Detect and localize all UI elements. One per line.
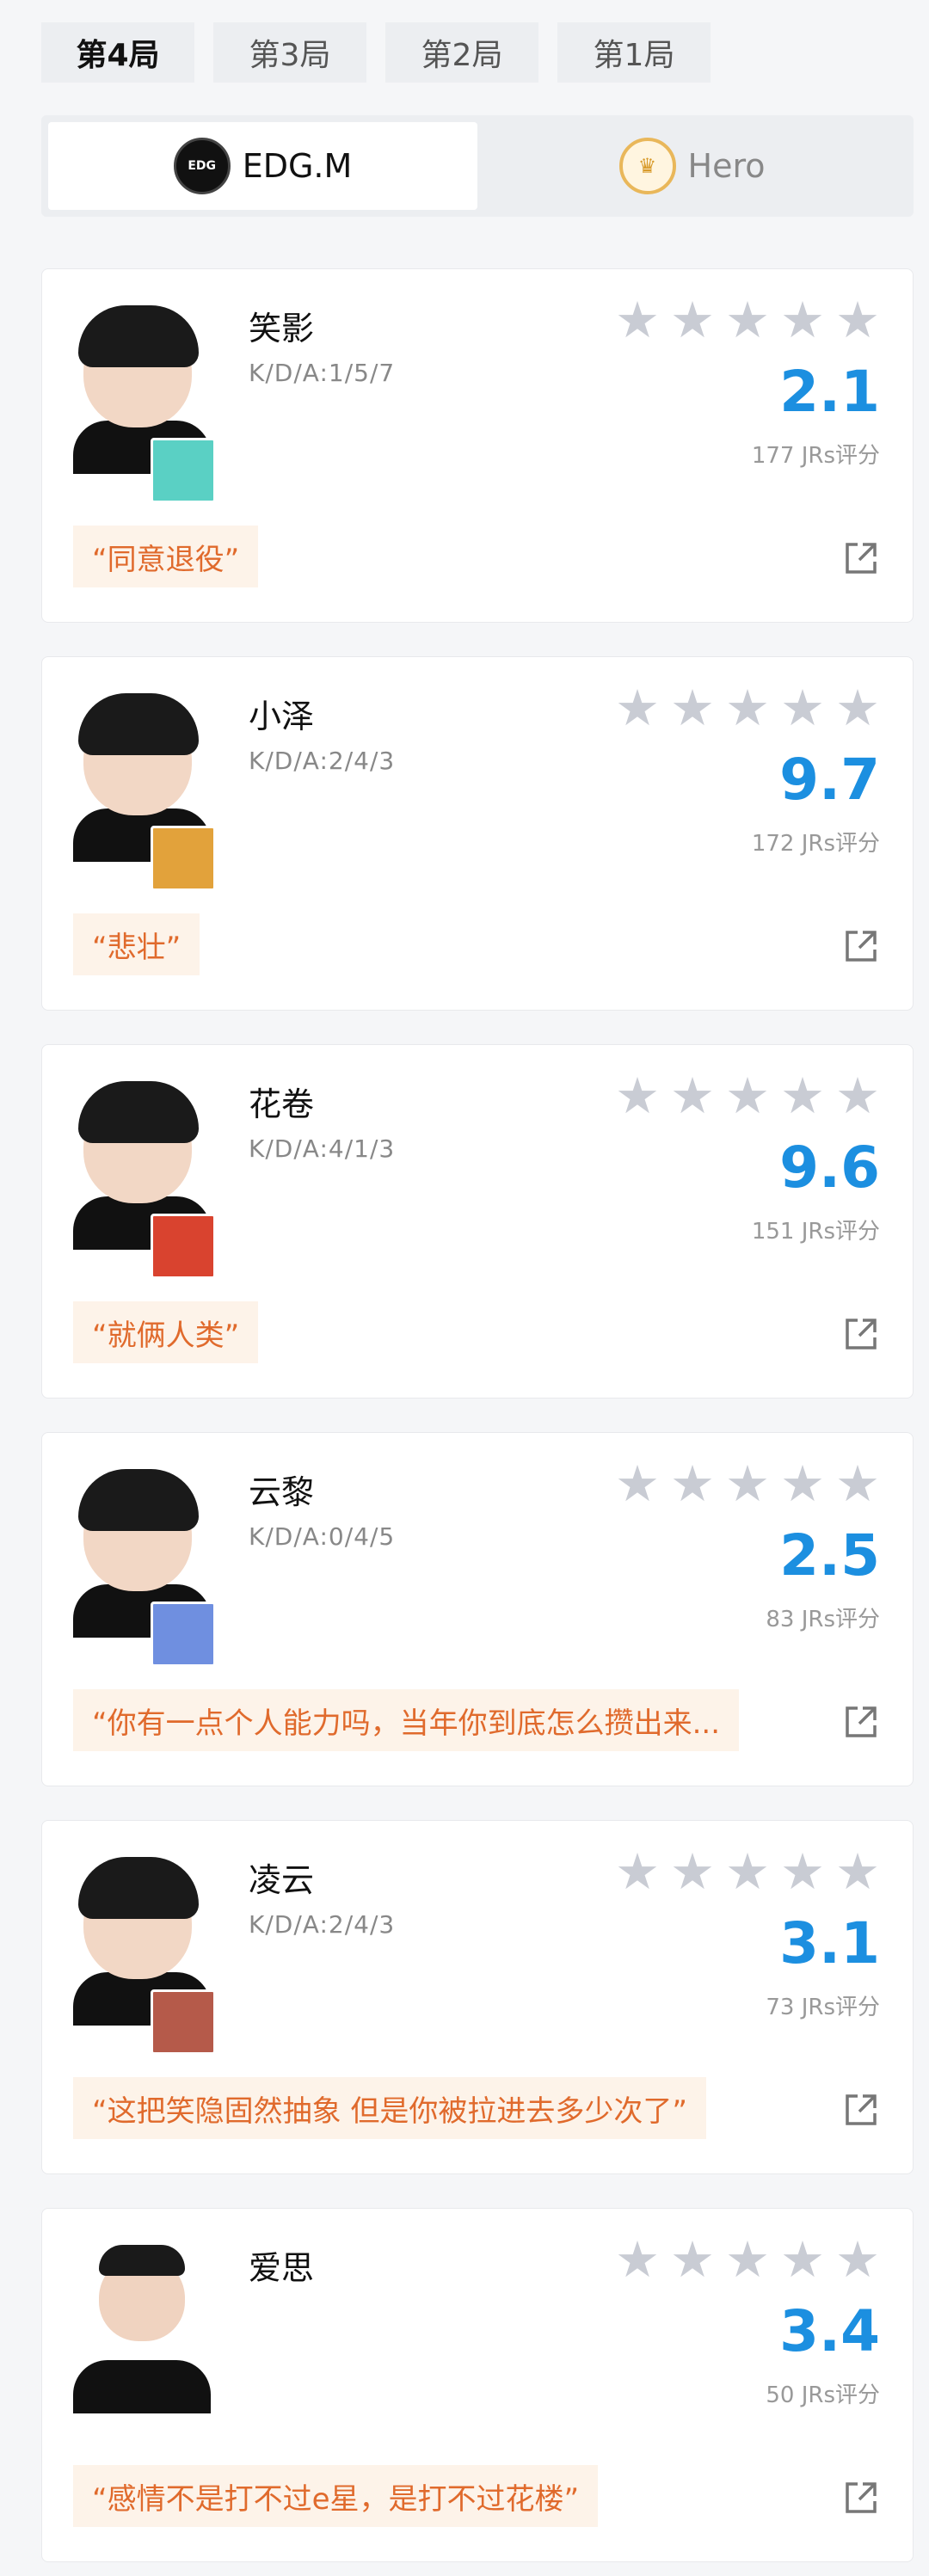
top-comment[interactable]: “就俩人类”	[73, 1301, 259, 1363]
star-rating[interactable]: ★ ★ ★ ★ ★	[615, 683, 880, 733]
player-name: 云黎	[249, 1473, 315, 1511]
star-icon[interactable]: ★	[615, 1847, 660, 1897]
share-icon[interactable]	[842, 539, 880, 577]
player-kda: K/D/A:4/1/3	[249, 1134, 396, 1163]
star-icon[interactable]: ★	[615, 1071, 660, 1121]
star-icon[interactable]: ★	[670, 1459, 715, 1509]
star-rating[interactable]: ★ ★ ★ ★ ★	[615, 295, 880, 345]
team-tab-hero[interactable]: ♛ Hero	[477, 122, 907, 210]
top-comment[interactable]: “你有一点个人能力吗，当年你到底怎么攒出来...	[73, 1689, 740, 1751]
star-icon[interactable]: ★	[835, 1847, 880, 1897]
share-icon[interactable]	[842, 927, 880, 965]
player-name: 小泽	[249, 698, 315, 735]
star-icon[interactable]: ★	[835, 295, 880, 345]
rating-count: 177 JRs评分	[751, 443, 880, 469]
team-switch: EDG EDG.M ♛ Hero	[41, 115, 914, 217]
star-icon[interactable]: ★	[615, 2235, 660, 2284]
player-avatar	[73, 2240, 216, 2413]
star-icon[interactable]: ★	[670, 1071, 715, 1121]
player-card[interactable]: 云黎 K/D/A:0/4/5 ★ ★ ★ ★ ★ 2.5 83 JRs评分 “你…	[41, 1432, 914, 1786]
star-icon[interactable]: ★	[725, 295, 770, 345]
star-icon[interactable]: ★	[725, 1071, 770, 1121]
player-rating: 3.4	[779, 2298, 880, 2364]
player-card[interactable]: 笑影 K/D/A:1/5/7 ★ ★ ★ ★ ★ 2.1 177 JRs评分 “…	[41, 268, 914, 623]
hero-icon	[151, 1989, 216, 2055]
player-card[interactable]: 小泽 K/D/A:2/4/3 ★ ★ ★ ★ ★ 9.7 172 JRs评分 “…	[41, 656, 914, 1011]
top-comment[interactable]: “同意退役”	[73, 526, 259, 587]
player-rating: 3.1	[779, 1910, 880, 1977]
player-name: 凌云	[249, 1861, 315, 1899]
hero-icon	[151, 1214, 216, 1279]
star-icon[interactable]: ★	[835, 683, 880, 733]
tab-game-4[interactable]: 第4局	[41, 22, 194, 83]
hero-icon	[151, 826, 216, 891]
star-icon[interactable]: ★	[670, 1847, 715, 1897]
player-card[interactable]: 凌云 K/D/A:2/4/3 ★ ★ ★ ★ ★ 3.1 73 JRs评分 “这…	[41, 1820, 914, 2174]
star-rating[interactable]: ★ ★ ★ ★ ★	[615, 1459, 880, 1509]
star-icon[interactable]: ★	[670, 2235, 715, 2284]
player-rating: 2.5	[779, 1522, 880, 1589]
star-icon[interactable]: ★	[780, 2235, 825, 2284]
share-icon[interactable]	[842, 2479, 880, 2517]
player-name: 花卷	[249, 1085, 315, 1123]
edgm-logo-icon: EDG	[173, 138, 231, 194]
player-kda: K/D/A:1/5/7	[249, 359, 396, 387]
star-icon[interactable]: ★	[725, 1847, 770, 1897]
team-name: EDG.M	[242, 147, 353, 185]
player-kda: K/D/A:0/4/5	[249, 1522, 396, 1551]
hero-icon	[151, 1602, 216, 1667]
share-icon[interactable]	[842, 2091, 880, 2129]
rating-count: 73 JRs评分	[766, 1995, 880, 2020]
tab-game-2[interactable]: 第2局	[385, 22, 538, 83]
tab-game-1[interactable]: 第1局	[557, 22, 711, 83]
rating-count: 50 JRs评分	[766, 2382, 880, 2408]
game-tabs: 第4局 第3局 第2局 第1局	[41, 22, 711, 83]
star-icon[interactable]: ★	[780, 295, 825, 345]
star-rating[interactable]: ★ ★ ★ ★ ★	[615, 1847, 880, 1897]
player-kda: K/D/A:2/4/3	[249, 1910, 396, 1939]
player-name: 笑影	[249, 310, 315, 347]
star-icon[interactable]: ★	[725, 1459, 770, 1509]
star-icon[interactable]: ★	[725, 2235, 770, 2284]
rating-count: 172 JRs评分	[751, 831, 880, 857]
star-icon[interactable]: ★	[835, 2235, 880, 2284]
star-icon[interactable]: ★	[780, 1847, 825, 1897]
share-icon[interactable]	[842, 1703, 880, 1741]
player-card[interactable]: 爱思 ★ ★ ★ ★ ★ 3.4 50 JRs评分 “感情不是打不过e星，是打不…	[41, 2208, 914, 2562]
rating-count: 151 JRs评分	[751, 1219, 880, 1245]
star-icon[interactable]: ★	[780, 1071, 825, 1121]
star-icon[interactable]: ★	[835, 1071, 880, 1121]
player-rating: 9.6	[779, 1134, 880, 1201]
player-card[interactable]: 花卷 K/D/A:4/1/3 ★ ★ ★ ★ ★ 9.6 151 JRs评分 “…	[41, 1044, 914, 1399]
star-icon[interactable]: ★	[615, 1459, 660, 1509]
player-rating: 2.1	[779, 359, 880, 425]
player-name: 爱思	[249, 2249, 315, 2287]
star-rating[interactable]: ★ ★ ★ ★ ★	[615, 1071, 880, 1121]
star-icon[interactable]: ★	[835, 1459, 880, 1509]
share-icon[interactable]	[842, 1315, 880, 1353]
star-icon[interactable]: ★	[780, 683, 825, 733]
star-icon[interactable]: ★	[780, 1459, 825, 1509]
player-rating: 9.7	[779, 747, 880, 813]
top-comment[interactable]: “这把笑隐固然抽象 但是你被拉进去多少次了”	[73, 2077, 707, 2139]
tab-game-3[interactable]: 第3局	[213, 22, 366, 83]
team-tab-edgm[interactable]: EDG EDG.M	[48, 122, 477, 210]
top-comment[interactable]: “感情不是打不过e星，是打不过花楼”	[73, 2465, 599, 2527]
team-name: Hero	[687, 147, 766, 185]
top-comment[interactable]: “悲壮”	[73, 913, 200, 975]
star-rating[interactable]: ★ ★ ★ ★ ★	[615, 2235, 880, 2284]
star-icon[interactable]: ★	[670, 295, 715, 345]
rating-count: 83 JRs评分	[766, 1607, 880, 1632]
player-kda: K/D/A:2/4/3	[249, 747, 396, 775]
star-icon[interactable]: ★	[615, 295, 660, 345]
hero-logo-icon: ♛	[618, 138, 676, 194]
hero-icon	[151, 438, 216, 503]
star-icon[interactable]: ★	[725, 683, 770, 733]
star-icon[interactable]: ★	[670, 683, 715, 733]
star-icon[interactable]: ★	[615, 683, 660, 733]
